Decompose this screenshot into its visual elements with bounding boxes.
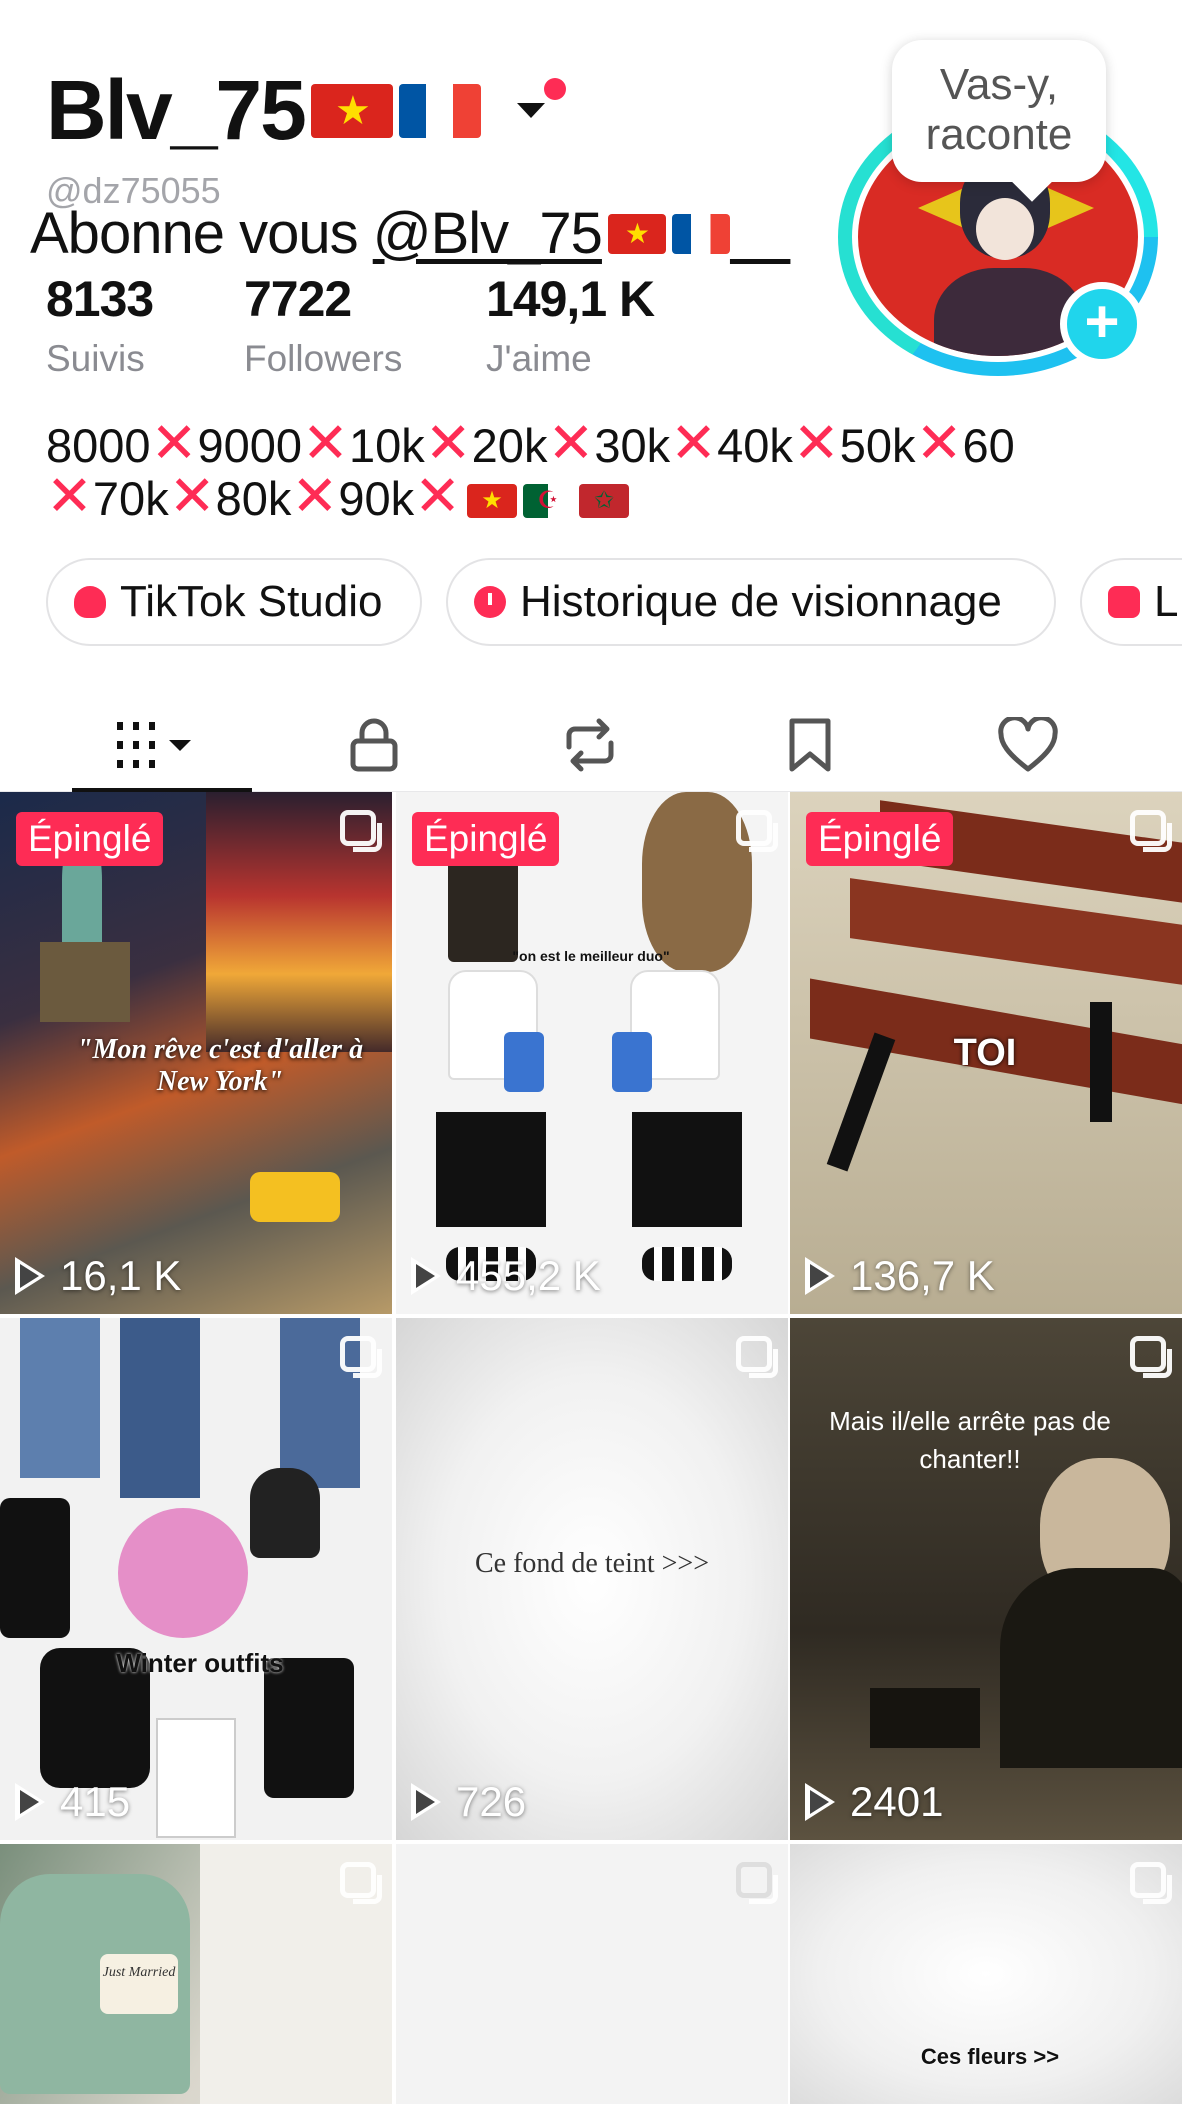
lock-icon: [350, 718, 398, 772]
cross-mark-icon: ✕: [670, 411, 718, 474]
video-thumbnail[interactable]: [396, 1844, 788, 2104]
tab-favorites[interactable]: [750, 700, 870, 790]
play-icon: [411, 1783, 441, 1821]
stat-likes[interactable]: 149,1 K J'aime: [486, 270, 655, 380]
live-chart-icon: [1108, 586, 1140, 618]
bio: 8000✕9000✕10k✕20k✕30k✕40k✕50k✕60 ✕70k✕80…: [46, 415, 1146, 527]
morocco-flag-icon: [579, 483, 630, 518]
tab-videos[interactable]: [72, 700, 252, 792]
stat-following[interactable]: 8133 Suivis: [46, 270, 154, 380]
tiktok-studio-button[interactable]: TikTok Studio: [46, 558, 422, 646]
live-button[interactable]: LI: [1080, 558, 1182, 646]
photo-carousel-icon: [736, 810, 778, 852]
cross-mark-icon: ✕: [547, 411, 595, 474]
add-story-plus-icon[interactable]: +: [1060, 282, 1144, 366]
photo-carousel-icon: [736, 1336, 778, 1378]
france-flag-icon: [398, 83, 481, 138]
video-grid: Épinglé "Mon rêve c'est d'aller à New Yo…: [0, 792, 1182, 2104]
video-thumbnail[interactable]: Épinglé TOI 136,7 K: [790, 792, 1182, 1314]
cross-mark-icon: ✕: [46, 464, 93, 527]
play-icon: [805, 1783, 835, 1821]
cross-mark-icon: ✕: [291, 464, 339, 527]
view-count: 136,7 K: [805, 1252, 995, 1300]
cross-mark-icon: ✕: [915, 411, 963, 474]
photo-carousel-icon: [340, 810, 382, 852]
watch-history-button[interactable]: Historique de visionnage: [446, 558, 1056, 646]
vietnam-flag-icon: [310, 83, 393, 138]
video-thumbnail[interactable]: Épinglé "on est le meilleur duo" 455,2 K: [396, 792, 788, 1314]
vietnam-flag-icon: [607, 213, 666, 254]
play-icon: [805, 1257, 835, 1295]
cross-mark-icon: ✕: [414, 464, 462, 527]
pinned-badge: Épinglé: [806, 812, 954, 866]
heart-icon: [998, 717, 1058, 772]
video-thumbnail[interactable]: Ces fleurs >>: [790, 1844, 1182, 2104]
france-flag-icon: [671, 213, 730, 254]
view-count: 2401: [805, 1778, 943, 1826]
view-count: 726: [411, 1778, 526, 1826]
profile-header: Blv_75 @dz75055 Abonne vous @Blv_75 8133…: [0, 0, 1182, 700]
tab-private[interactable]: [314, 700, 434, 790]
view-count: 455,2 K: [411, 1252, 601, 1300]
overlay-caption: Abonne vous @Blv_75: [30, 200, 790, 267]
photo-carousel-icon: [1130, 810, 1172, 852]
overlay-mention[interactable]: @Blv_75: [373, 201, 791, 266]
vietnam-flag-icon: [467, 483, 518, 518]
video-thumbnail[interactable]: Winter outfits 415: [0, 1318, 392, 1840]
cross-mark-icon: ✕: [168, 464, 216, 527]
play-icon: [15, 1257, 45, 1295]
grid-icon: [117, 722, 191, 768]
tab-liked[interactable]: [968, 700, 1088, 790]
profile-tabs: [0, 700, 1182, 792]
photo-carousel-icon: [1130, 1862, 1172, 1904]
view-count: 16,1 K: [15, 1252, 181, 1300]
story-prompt-bubble[interactable]: Vas-y, raconte: [892, 40, 1106, 182]
play-icon: [411, 1257, 441, 1295]
account-switch-chevron-icon[interactable]: [517, 103, 545, 118]
clock-icon: [474, 586, 506, 618]
display-name[interactable]: Blv_75: [46, 62, 481, 159]
video-thumbnail[interactable]: Ce fond de teint >>> 726: [396, 1318, 788, 1840]
notification-dot: [544, 78, 566, 100]
studio-icon: [74, 586, 106, 618]
pinned-badge: Épinglé: [16, 812, 164, 866]
photo-carousel-icon: [340, 1336, 382, 1378]
pinned-badge: Épinglé: [412, 812, 560, 866]
stat-followers[interactable]: 7722 Followers: [244, 270, 402, 380]
video-thumbnail[interactable]: Mais il/elle arrête pas de chanter!! 240…: [790, 1318, 1182, 1840]
cross-mark-icon: ✕: [792, 411, 840, 474]
repost-icon: [566, 718, 614, 772]
video-thumbnail[interactable]: Épinglé "Mon rêve c'est d'aller à New Yo…: [0, 792, 392, 1314]
view-count: 415: [15, 1778, 130, 1826]
video-thumbnail[interactable]: Just Married: [0, 1844, 392, 2104]
photo-carousel-icon: [1130, 1336, 1172, 1378]
photo-carousel-icon: [736, 1862, 778, 1904]
algeria-flag-icon: [523, 483, 574, 518]
play-icon: [15, 1783, 45, 1821]
photo-carousel-icon: [340, 1862, 382, 1904]
bookmark-icon: [789, 718, 831, 772]
tab-reposts[interactable]: [530, 700, 650, 790]
